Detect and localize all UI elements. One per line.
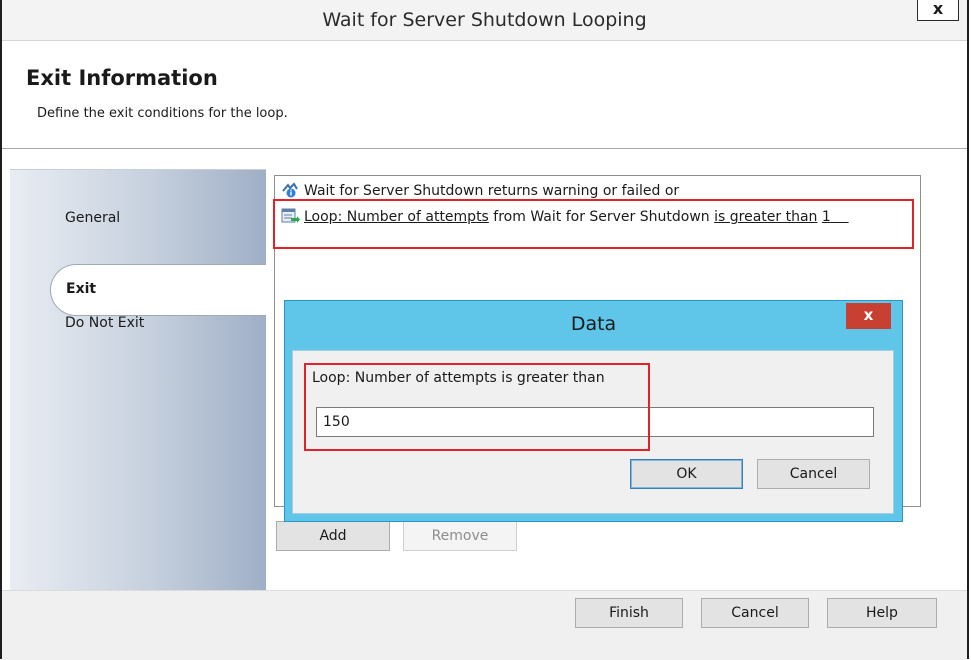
highlight-box-condition xyxy=(273,199,914,249)
remove-button: Remove xyxy=(403,521,517,551)
status-warning-info-icon xyxy=(281,182,301,198)
cancel-button[interactable]: Cancel xyxy=(701,598,809,628)
page-title: Exit Information xyxy=(26,66,218,90)
dialog-cancel-button[interactable]: Cancel xyxy=(757,459,870,489)
wizard-footer: Finish Cancel Help xyxy=(2,590,967,660)
nav-item-exit[interactable]: Exit xyxy=(50,264,266,316)
wizard-nav: General Exit Do Not Exit xyxy=(10,169,266,591)
nav-item-do-not-exit[interactable]: Do Not Exit xyxy=(65,315,144,331)
help-button[interactable]: Help xyxy=(827,598,937,628)
nav-item-general[interactable]: General xyxy=(65,210,120,226)
page-header: Exit Information Define the exit conditi… xyxy=(2,41,967,149)
dialog-title: Data xyxy=(570,313,617,335)
dialog-close-button[interactable]: x xyxy=(846,303,891,329)
add-button[interactable]: Add xyxy=(276,521,390,551)
window-title: Wait for Server Shutdown Looping xyxy=(322,9,647,31)
title-bar: Wait for Server Shutdown Looping x xyxy=(2,0,967,41)
condition-status-text: Wait for Server Shutdown returns warning… xyxy=(304,183,680,199)
finish-button[interactable]: Finish xyxy=(575,598,683,628)
dialog-ok-button[interactable]: OK xyxy=(630,459,743,489)
highlight-box-input xyxy=(304,363,650,451)
page-subtitle: Define the exit conditions for the loop. xyxy=(37,106,288,121)
condition-row-status[interactable]: Wait for Server Shutdown returns warning… xyxy=(281,182,679,199)
window-close-button[interactable]: x xyxy=(917,0,959,21)
